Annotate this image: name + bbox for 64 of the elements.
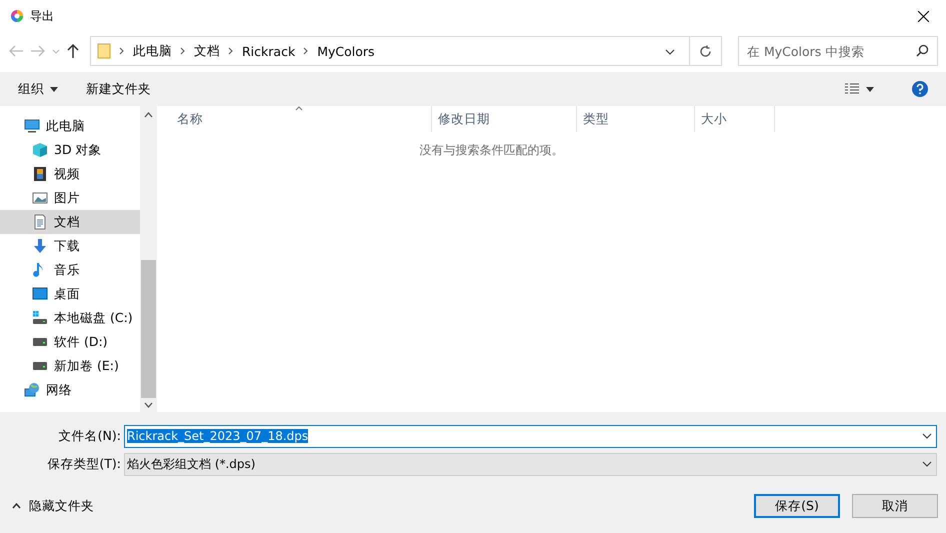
column-header[interactable]: 名称 — [157, 106, 432, 132]
caret-up-icon — [12, 503, 21, 509]
network-icon — [24, 382, 40, 398]
organize-button[interactable]: 组织 — [10, 78, 66, 100]
desktop-icon — [32, 286, 48, 302]
chevron-icon — [303, 47, 310, 55]
column-header[interactable]: 大小 — [695, 106, 775, 132]
scroll-up-icon — [144, 112, 153, 118]
breadcrumb[interactable]: 此电脑 — [133, 42, 172, 60]
sidebar-item[interactable]: 3D 对象 — [0, 138, 140, 162]
empty-message: 没有与搜索条件匹配的项。 — [420, 143, 564, 157]
folder-icon — [97, 43, 111, 59]
refresh-icon — [699, 44, 712, 58]
column-header[interactable]: 类型 — [577, 106, 695, 132]
save-button[interactable]: 保存(S) — [754, 494, 840, 518]
search-icon — [916, 44, 929, 57]
breadcrumb[interactable]: MyColors — [317, 44, 375, 58]
sidebar-item[interactable]: 网络 — [0, 378, 140, 402]
sidebar-item[interactable]: 图片 — [0, 186, 140, 210]
film-icon — [32, 166, 48, 182]
new-folder-button[interactable]: 新建文件夹 — [78, 78, 159, 100]
chevron-icon — [119, 47, 125, 55]
caret-icon — [50, 86, 58, 92]
list-view-icon — [844, 83, 860, 95]
filetype-dropdown[interactable]: 焰火色彩组文档 (*.dps) — [124, 452, 937, 476]
sidebar-item[interactable]: 下载 — [0, 234, 140, 258]
app-logo-icon — [10, 9, 24, 23]
help-icon — [912, 81, 928, 97]
filetype-label: 保存类型(T): — [46, 456, 122, 472]
download-arrow-icon — [32, 238, 48, 254]
breadcrumb[interactable]: Rickrack — [242, 44, 296, 58]
address-bar[interactable]: 此电脑 文档 Rickrack MyColors — [90, 36, 690, 66]
window-title: 导出 — [30, 8, 55, 24]
close-icon — [918, 10, 928, 22]
scroll-down-icon — [144, 402, 153, 408]
filename-field[interactable]: Rickrack_Set_2023_07_18.dps — [124, 424, 937, 448]
sidebar-item[interactable]: 此电脑 — [0, 114, 140, 138]
image-icon — [32, 190, 48, 206]
search-field[interactable]: 在 MyColors 中搜索 — [738, 36, 938, 66]
chevron-icon — [228, 47, 234, 55]
sidebar-item[interactable]: 桌面 — [0, 282, 140, 306]
cube-icon — [32, 142, 48, 158]
hide-folders-button[interactable]: 隐藏文件夹 — [12, 498, 94, 514]
refresh-button[interactable] — [690, 36, 722, 66]
cancel-button[interactable]: 取消 — [852, 494, 938, 518]
column-header[interactable]: 修改日期 — [432, 106, 577, 132]
caret-icon — [866, 86, 874, 92]
filename-label: 文件名(N): — [58, 428, 122, 444]
sidebar-item[interactable]: 视频 — [0, 162, 140, 186]
sidebar-item[interactable]: 新加卷 (E:) — [0, 354, 140, 378]
drive-icon — [32, 310, 48, 326]
document-icon — [32, 214, 48, 230]
up-arrow-icon — [66, 43, 80, 59]
up-button[interactable] — [66, 43, 80, 59]
back-arrow-icon — [8, 44, 24, 58]
sidebar-item[interactable]: 本地磁盘 (C:) — [0, 306, 140, 330]
breadcrumb[interactable]: 文档 — [194, 42, 220, 60]
computer-icon — [24, 118, 40, 134]
sidebar-item[interactable]: 文档 — [0, 210, 140, 234]
sidebar-item[interactable]: 音乐 — [0, 258, 140, 282]
forward-arrow-icon — [30, 44, 46, 58]
chevron-icon — [180, 47, 186, 55]
sidebar-item[interactable]: 软件 (D:) — [0, 330, 140, 354]
caret-icon — [52, 48, 60, 54]
